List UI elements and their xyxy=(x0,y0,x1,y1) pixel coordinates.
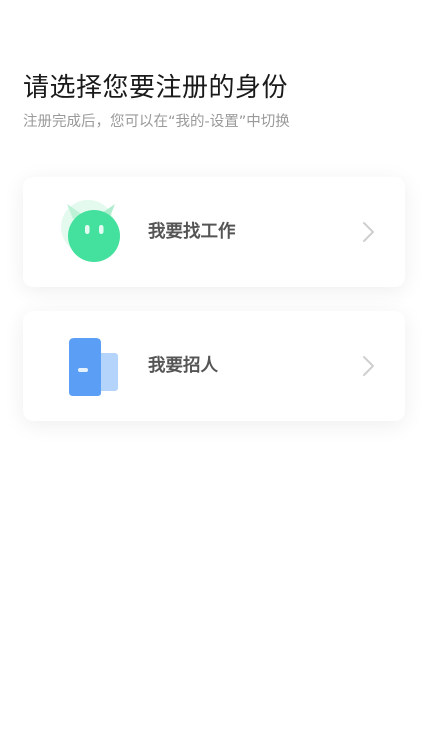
chevron-right-icon xyxy=(361,355,375,377)
blue-door-icon xyxy=(59,333,125,399)
page-subtitle: 注册完成后，您可以在“我的-设置”中切换 xyxy=(23,114,290,130)
chevron-right-icon xyxy=(361,221,375,243)
job-seeker-label: 我要找工作 xyxy=(148,222,236,242)
green-monster-avatar-icon xyxy=(59,199,125,265)
page-title: 请选择您要注册的身份 xyxy=(23,73,289,103)
job-seeker-option-card[interactable]: 我要找工作 xyxy=(23,177,405,287)
recruiter-label: 我要招人 xyxy=(148,356,218,376)
recruiter-option-card[interactable]: 我要招人 xyxy=(23,311,405,421)
